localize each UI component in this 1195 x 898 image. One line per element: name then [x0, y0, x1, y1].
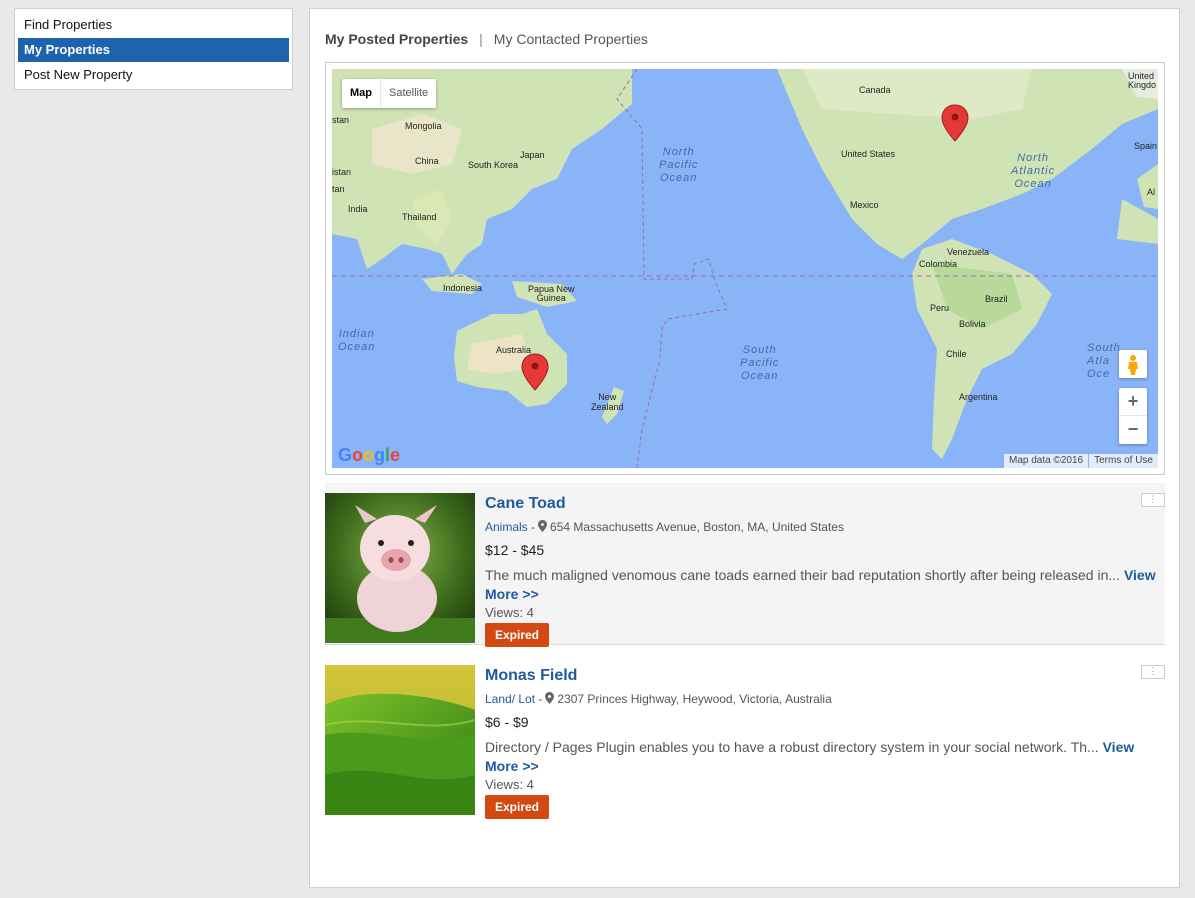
listing-address: 2307 Princes Highway, Heywood, Victoria,…: [557, 692, 832, 706]
listing-body: Monas Field Land/ Lot -2307 Princes High…: [485, 667, 1165, 819]
map-label-bolivia: Bolivia: [959, 319, 986, 329]
listing-title[interactable]: Cane Toad: [485, 495, 1165, 513]
zoom-control: + −: [1119, 388, 1147, 444]
map-label-australia: Australia: [496, 345, 532, 355]
map-type-map-button[interactable]: Map: [342, 79, 381, 108]
map-label-colombia: Colombia: [919, 259, 958, 269]
map-label-spain: Spain: [1134, 141, 1158, 151]
map-label-india: India: [348, 204, 368, 214]
property-thumbnail-pig[interactable]: [325, 493, 475, 643]
ocean-label-north-pacific: North Pacific Ocean: [659, 146, 699, 184]
meta-separator: -: [531, 520, 536, 534]
google-logo: Google: [338, 445, 401, 465]
map-label-united-states: United States: [841, 149, 896, 159]
location-pin-icon: [545, 692, 555, 704]
listing-views: Views: 4: [485, 777, 534, 792]
status-badge-expired: Expired: [485, 623, 550, 647]
zoom-out-button[interactable]: −: [1119, 416, 1147, 444]
map-land-shapes: [332, 69, 1158, 468]
listing-meta: Animals -654 Massachusetts Avenue, Bosto…: [485, 520, 1165, 534]
tab-my-posted-properties[interactable]: My Posted Properties: [325, 31, 468, 47]
listing-price: $12 - $45: [485, 542, 545, 558]
map-label-thailand: Thailand: [402, 212, 437, 222]
map-data-attribution: Map data ©2016: [1004, 454, 1089, 468]
listing-description-text: Directory / Pages Plugin enables you to …: [485, 739, 1099, 755]
sidebar-item-post-new-property[interactable]: Post New Property: [18, 63, 289, 87]
listing-meta: Land/ Lot -2307 Princes Highway, Heywood…: [485, 692, 1165, 706]
map-type-control: Map Satellite: [342, 79, 437, 108]
map-label-china: China: [415, 156, 439, 166]
map-attribution: Map data ©2016 Terms of Use: [1004, 454, 1158, 468]
property-thumbnail-field[interactable]: [325, 665, 475, 815]
property-listing: Cane Toad Animals -654 Massachusetts Ave…: [325, 483, 1165, 647]
map-label-japan: Japan: [520, 150, 545, 160]
location-pin-icon: [538, 520, 548, 532]
listing-price: $6 - $9: [485, 714, 529, 730]
map-label-indonesia: Indonesia: [443, 283, 483, 293]
sidebar-item-my-properties[interactable]: My Properties: [18, 38, 289, 62]
map-label-stan: stan: [332, 115, 350, 125]
ocean-label-indian: Indian Ocean: [338, 328, 376, 353]
map-label-al: Al: [1147, 187, 1156, 197]
listing-title[interactable]: Monas Field: [485, 667, 1165, 685]
tab-my-contacted-properties[interactable]: My Contacted Properties: [494, 31, 648, 47]
listing-category[interactable]: Animals: [485, 520, 528, 534]
listing-description-text: The much maligned venomous cane toads ea…: [485, 567, 1121, 583]
listing-options-button[interactable]: ⋮: [1141, 493, 1165, 507]
ocean-label-south-pacific: South Pacific Ocean: [740, 344, 780, 382]
map-label-canada: Canada: [859, 85, 891, 95]
street-view-pegman-icon[interactable]: [1119, 350, 1147, 378]
status-badge-expired: Expired: [485, 795, 550, 819]
tab-separator: |: [479, 31, 483, 47]
map-label-istan: tan: [332, 184, 345, 194]
map-label-argentina: Argentina: [959, 392, 998, 402]
ocean-label-south-atlantic: South Atla Oce: [1087, 342, 1121, 380]
sidebar-item-find-properties[interactable]: Find Properties: [18, 13, 289, 37]
sidebar-nav: Find Properties My Properties Post New P…: [14, 8, 293, 90]
map-label-mexico: Mexico: [850, 200, 879, 210]
property-listing: Monas Field Land/ Lot -2307 Princes High…: [325, 655, 1165, 819]
listing-description: Directory / Pages Plugin enables you to …: [485, 738, 1163, 776]
meta-separator: -: [538, 692, 543, 706]
terms-of-use-link[interactable]: Terms of Use: [1089, 454, 1158, 468]
map-label-peru: Peru: [930, 303, 950, 313]
listing-address: 654 Massachusetts Avenue, Boston, MA, Un…: [550, 520, 844, 534]
listing-views: Views: 4: [485, 605, 534, 620]
map-type-satellite-button[interactable]: Satellite: [381, 79, 436, 108]
map-label-tan: istan: [332, 167, 352, 177]
map-label-south-korea: South Korea: [468, 160, 519, 170]
map-label-venezuela: Venezuela: [947, 247, 990, 257]
listing-body: Cane Toad Animals -654 Massachusetts Ave…: [485, 495, 1165, 647]
map-label-papua-new-guinea: Papua New Guinea: [528, 284, 575, 303]
map-label-brazil: Brazil: [985, 294, 1008, 304]
property-tabs: My Posted Properties | My Contacted Proper…: [325, 31, 648, 47]
world-map[interactable]: Canada United Kingdo stan Mongolia China…: [332, 69, 1158, 468]
listing-description: The much maligned venomous cane toads ea…: [485, 566, 1163, 604]
zoom-in-button[interactable]: +: [1119, 388, 1147, 416]
map-label-united-kingdom: United Kingdo: [1128, 71, 1157, 90]
map-container: Canada United Kingdo stan Mongolia China…: [325, 62, 1165, 475]
main-panel: My Posted Properties | My Contacted Proper…: [309, 8, 1180, 888]
map-label-mongolia: Mongolia: [405, 121, 442, 131]
listing-options-button[interactable]: ⋮: [1141, 665, 1165, 679]
map-label-chile: Chile: [946, 349, 967, 359]
ocean-label-north-atlantic: North Atlantic Ocean: [1011, 152, 1056, 190]
listing-category[interactable]: Land/ Lot: [485, 692, 535, 706]
map-label-new-zealand: New Zealand: [591, 392, 624, 412]
